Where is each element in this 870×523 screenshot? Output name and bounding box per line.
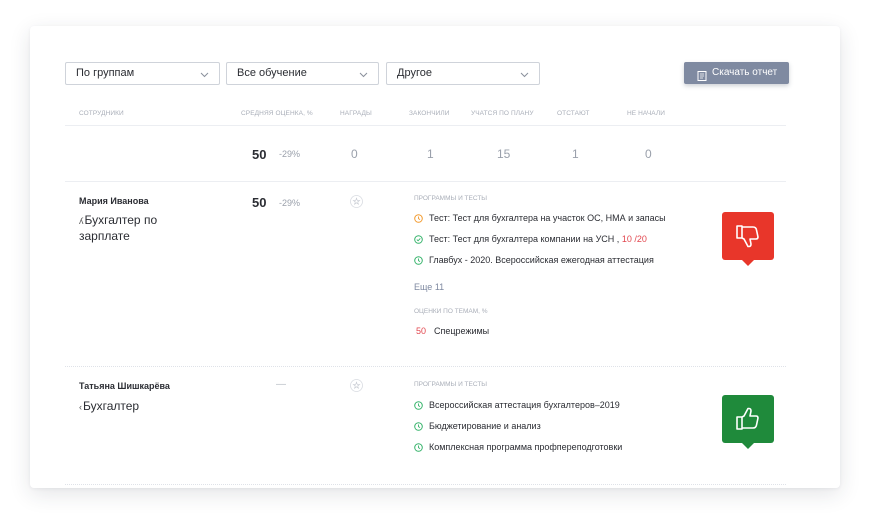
clock-icon: [414, 401, 423, 410]
totals-on-plan: 15: [497, 147, 511, 161]
totals-divider: [65, 181, 786, 182]
other-filter-select[interactable]: Другое: [386, 62, 540, 85]
chevron-down-icon: [520, 70, 529, 79]
badge-tail: [742, 443, 754, 449]
topic-name: Спецрежимы: [434, 326, 490, 336]
program-title-text: Тест: Тест для бухгалтера компании на УС…: [429, 234, 620, 244]
header-divider: [65, 125, 786, 126]
column-header-employees[interactable]: Сотрудники: [79, 110, 124, 117]
thumbs-up-icon: [736, 407, 759, 430]
program-title: Тест: Тест для бухгалтера компании на УС…: [429, 234, 647, 244]
chevron-down-icon: [359, 70, 368, 79]
employee-name[interactable]: Мария Иванова: [79, 196, 149, 206]
role-prefix: ʎ: [79, 216, 84, 226]
totals-not-started: 0: [645, 147, 652, 161]
download-report-button[interactable]: Скачать отчет: [684, 62, 789, 84]
star-award-icon: [350, 195, 363, 208]
thumbs-down-icon: [736, 225, 759, 248]
column-header-on-plan[interactable]: Учатся по плану: [471, 110, 534, 117]
programs-section-label: Программы и тесты: [414, 381, 488, 388]
program-title: Всероссийская аттестация бухгалтеров–201…: [429, 400, 620, 410]
employee-avg-score: 50: [252, 195, 267, 210]
totals-awards: 0: [351, 147, 358, 161]
show-more-link[interactable]: Еще 11: [414, 282, 444, 292]
column-header-finished[interactable]: Закончили: [409, 110, 450, 117]
row-divider: [65, 366, 786, 367]
check-circle-icon: [414, 235, 423, 244]
badge-tail: [742, 260, 754, 266]
report-content: По группам Все обучение Другое Скачать о…: [65, 26, 789, 488]
employee-role-text: Бухгалтер по зарплате: [79, 213, 158, 243]
clock-icon: [414, 256, 423, 265]
clock-icon: [414, 422, 423, 431]
employee-avg-score: —: [276, 379, 286, 390]
column-header-awards[interactable]: Награды: [340, 110, 372, 117]
topics-section-label: Оценки по темам, %: [414, 308, 488, 315]
programs-section-label: Программы и тесты: [414, 195, 488, 202]
thumbs-down-badge[interactable]: [722, 212, 774, 266]
row-divider: [65, 484, 786, 485]
employee-role: ‹Бухгалтер: [79, 399, 189, 415]
document-icon: [697, 68, 707, 81]
training-filter-value: Все обучение: [237, 67, 307, 79]
clock-icon: [414, 214, 423, 223]
star-award-icon: [350, 379, 363, 392]
training-filter-select[interactable]: Все обучение: [226, 62, 379, 85]
program-score: 10 /20: [621, 234, 647, 244]
download-report-label: Скачать отчет: [712, 67, 778, 78]
column-header-avg-score[interactable]: Средняя оценка, %: [241, 110, 313, 117]
totals-behind: 1: [572, 147, 579, 161]
column-header-not-started[interactable]: Не начали: [627, 110, 665, 117]
employee-avg-delta: -29%: [279, 198, 301, 208]
program-title: Бюджетирование и анализ: [429, 421, 541, 431]
employee-name[interactable]: Татьяна Шишкарёва: [79, 381, 170, 391]
employee-role-text: Бухгалтер: [83, 399, 140, 413]
clock-icon: [414, 443, 423, 452]
group-filter-select[interactable]: По группам: [65, 62, 220, 85]
totals-avg-delta: -29%: [279, 149, 301, 159]
totals-avg-score: 50: [252, 147, 267, 162]
thumbs-up-badge[interactable]: [722, 395, 774, 449]
topic-score: 50: [416, 326, 427, 336]
program-title: Тест: Тест для бухгалтера на участок ОС,…: [429, 213, 666, 223]
employee-role: ʎБухгалтер по зарплате: [79, 213, 189, 244]
column-header-behind[interactable]: Отстают: [557, 110, 589, 117]
other-filter-value: Другое: [397, 67, 432, 79]
group-filter-value: По группам: [76, 67, 135, 79]
chevron-down-icon: [200, 70, 209, 79]
role-prefix: ‹: [79, 402, 82, 412]
totals-finished: 1: [427, 147, 434, 161]
report-card: По группам Все обучение Другое Скачать о…: [30, 26, 840, 488]
program-title: Комплексная программа профпереподготовки: [429, 442, 623, 452]
program-title: Главбух - 2020. Всероссийская ежегодная …: [429, 255, 654, 265]
